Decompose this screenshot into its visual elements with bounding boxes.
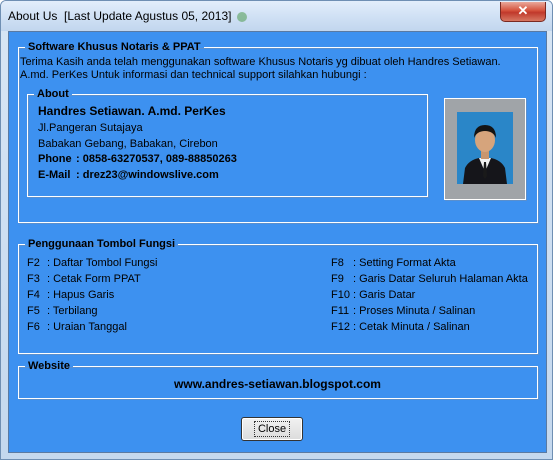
intro-line-1: Terima Kasih anda telah menggunakan soft…	[20, 56, 501, 68]
window-close-button[interactable]: ✕	[500, 2, 546, 22]
phone-label: Phone	[38, 153, 72, 165]
author-name: Handres Setiawan. A.md. PerKes	[38, 104, 226, 118]
shortcut-desc: : Proses Minuta / Salinan	[353, 305, 476, 317]
website-legend: Website	[28, 360, 70, 372]
shortcut-key: F12	[331, 321, 350, 333]
person-portrait-icon	[457, 112, 513, 184]
cursor-indicator	[237, 12, 247, 22]
shortcut-key: F10	[331, 289, 350, 301]
title-bar[interactable]: About Us [Last Update Agustus 05, 2013] …	[1, 1, 552, 31]
shortcut-desc: : Setting Format Akta	[353, 257, 456, 269]
shortcut-desc: : Terbilang	[47, 305, 98, 317]
close-icon: ✕	[517, 3, 529, 18]
email-value: : drez23@windowslive.com	[76, 169, 219, 181]
address-line-2: Babakan Gebang, Babakan, Cirebon	[38, 138, 218, 150]
profile-photo	[444, 98, 526, 200]
shortcut-desc: : Garis Datar Seluruh Halaman Akta	[353, 273, 528, 285]
shortcut-desc: : Garis Datar	[353, 289, 416, 301]
shortcut-key: F11	[331, 305, 350, 317]
about-window: About Us [Last Update Agustus 05, 2013] …	[0, 0, 553, 460]
about-legend: About	[37, 88, 69, 100]
shortcut-desc: : Cetak Form PPAT	[47, 273, 141, 285]
shortcut-key: F5	[27, 305, 40, 317]
shortcut-desc: : Cetak Minuta / Salinan	[353, 321, 470, 333]
shortcut-key: F4	[27, 289, 40, 301]
shortcut-key: F9	[331, 273, 344, 285]
shortcuts-legend: Penggunaan Tombol Fungsi	[28, 238, 176, 250]
close-button[interactable]: Close	[241, 417, 303, 441]
phone-value: : 0858-63270537, 089-88850263	[76, 153, 237, 165]
shortcut-key: F8	[331, 257, 344, 269]
shortcut-key: F3	[27, 273, 40, 285]
window-title: About Us [Last Update Agustus 05, 2013]	[8, 9, 232, 23]
shortcut-key: F6	[27, 321, 40, 333]
dialog-body: Software Khusus Notaris & PPAT Terima Ka…	[8, 31, 547, 453]
address-line-1: Jl.Pangeran Sutajaya	[38, 122, 143, 134]
close-button-label: Close	[253, 421, 291, 437]
shortcut-desc: : Uraian Tanggal	[47, 321, 127, 333]
shortcut-desc: : Hapus Garis	[47, 289, 115, 301]
intro-line-2: A.md. PerKes Untuk informasi dan technic…	[20, 69, 367, 81]
shortcut-desc: : Daftar Tombol Fungsi	[47, 257, 158, 269]
website-url: www.andres-setiawan.blogspot.com	[174, 377, 381, 391]
email-label: E-Mail	[38, 169, 71, 181]
software-legend: Software Khusus Notaris & PPAT	[28, 41, 201, 53]
shortcut-key: F2	[27, 257, 40, 269]
